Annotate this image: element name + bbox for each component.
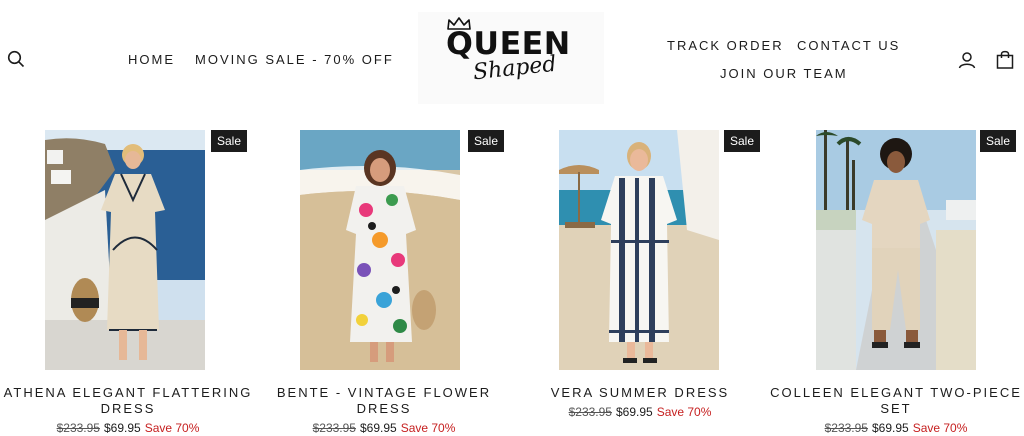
savings-label: Save 70% bbox=[144, 421, 200, 435]
user-icon bbox=[958, 52, 976, 69]
sale-price: $69.95 bbox=[871, 421, 909, 435]
sale-price: $69.95 bbox=[615, 405, 653, 419]
product-title-line: VERA SUMMER DRESS bbox=[550, 385, 730, 400]
sale-badge: Sale bbox=[724, 130, 761, 152]
product-title-line: COLLEEN ELEGANT TWO-PIECE bbox=[770, 385, 1022, 400]
price-row: $233.95 $69.95 Save 70% bbox=[256, 421, 512, 435]
account-button[interactable] bbox=[956, 49, 978, 71]
price-row: $233.95 $69.95 Save 70% bbox=[768, 421, 1024, 435]
price-row: $233.95 $69.95 Save 70% bbox=[0, 421, 256, 435]
savings-label: Save 70% bbox=[400, 421, 456, 435]
shopping-bag-icon bbox=[996, 50, 1014, 69]
nav-home[interactable]: HOME bbox=[128, 52, 175, 67]
search-button[interactable] bbox=[6, 49, 26, 69]
queen-shaped-logo[interactable]: QUEEN Shaped bbox=[418, 12, 604, 104]
nav-join-our-team[interactable]: JOIN OUR TEAM bbox=[720, 66, 848, 81]
product-title[interactable]: VERA SUMMER DRESS bbox=[512, 385, 768, 401]
cart-button[interactable] bbox=[994, 48, 1016, 70]
product-title-line: SET bbox=[880, 401, 912, 416]
nav-track-order[interactable]: TRACK ORDER bbox=[667, 38, 784, 53]
sale-badge: Sale bbox=[468, 130, 505, 152]
product-title[interactable]: BENTE - VINTAGE FLOWER DRESS bbox=[256, 385, 512, 417]
sale-badge: Sale bbox=[980, 130, 1017, 152]
product-title-line: ATHENA ELEGANT FLATTERING bbox=[3, 385, 253, 400]
sale-price: $69.95 bbox=[103, 421, 141, 435]
product-title-line: DRESS bbox=[100, 401, 156, 416]
product-title[interactable]: COLLEEN ELEGANT TWO-PIECE SET bbox=[768, 385, 1024, 417]
product-title[interactable]: ATHENA ELEGANT FLATTERING DRESS bbox=[0, 385, 256, 417]
original-price: $233.95 bbox=[312, 421, 356, 435]
original-price: $233.95 bbox=[568, 405, 612, 419]
original-price: $233.95 bbox=[56, 421, 100, 435]
savings-label: Save 70% bbox=[656, 405, 712, 419]
product-image[interactable] bbox=[300, 130, 460, 370]
product-image[interactable] bbox=[816, 130, 976, 370]
product-title-line: DRESS bbox=[356, 401, 412, 416]
product-image[interactable] bbox=[45, 130, 205, 370]
site-header: HOME MOVING SALE - 70% OFF QUEEN Shaped … bbox=[0, 0, 1024, 118]
product-title-line: BENTE - VINTAGE FLOWER bbox=[276, 385, 492, 400]
savings-label: Save 70% bbox=[912, 421, 968, 435]
nav-contact-us[interactable]: CONTACT US bbox=[797, 38, 900, 53]
product-image[interactable] bbox=[559, 130, 719, 370]
search-icon bbox=[7, 50, 25, 68]
original-price: $233.95 bbox=[824, 421, 868, 435]
sale-badge: Sale bbox=[211, 130, 248, 152]
price-row: $233.95 $69.95 Save 70% bbox=[512, 405, 768, 419]
nav-moving-sale[interactable]: MOVING SALE - 70% OFF bbox=[195, 52, 394, 67]
sale-price: $69.95 bbox=[359, 421, 397, 435]
